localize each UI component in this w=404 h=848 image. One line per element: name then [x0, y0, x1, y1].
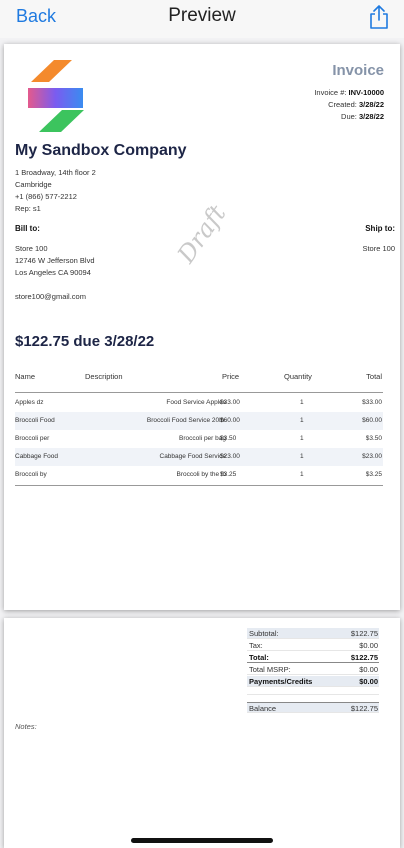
table-row: Apples dz Food Service Apples $33.00 1 $… [15, 399, 382, 406]
share-icon[interactable] [368, 4, 390, 30]
summary-total: Total: $122.75 [247, 653, 379, 663]
invoice-page-2: Subtotal: $122.75 Tax: $0.00 Total: $122.75… [4, 618, 400, 848]
invoice-due: Due: 3/28/22 [341, 112, 384, 121]
home-indicator[interactable] [131, 838, 273, 843]
table-row: Cabbage Food Cabbage Food Service $23.00… [15, 448, 383, 466]
table-row: Broccoli per Broccoli per bag $3.50 1 $3… [15, 435, 382, 442]
summary-subtotal: Subtotal: $122.75 [247, 628, 379, 639]
summary-spacer [247, 688, 379, 695]
nav-bar: Back Preview [0, 0, 404, 38]
invoice-number: Invoice #: INV-10000 [314, 88, 384, 97]
col-total-header: Total [366, 372, 382, 381]
col-quantity-header: Quantity [284, 372, 312, 381]
summary-payments: Payments/Credits $0.00 [247, 676, 379, 687]
ship-to-name: Store 100 [362, 244, 395, 253]
col-description-header: Description [85, 372, 123, 381]
bill-to-label: Bill to: [15, 224, 40, 233]
bill-to-email: store100@gmail.com [15, 292, 86, 301]
draft-watermark: Draft [172, 199, 232, 269]
company-logo [28, 60, 84, 132]
company-city: Cambridge [15, 180, 52, 189]
bill-to-street: 12746 W Jefferson Blvd [15, 256, 95, 265]
col-price-header: Price [222, 372, 240, 381]
company-address: 1 Broadway, 14th floor 2 [15, 168, 96, 177]
table-header-divider [15, 392, 383, 393]
invoice-page-1: Invoice Invoice #: INV-10000 Created: 3/… [4, 44, 400, 610]
invoice-title: Invoice [332, 62, 384, 79]
amount-due: $122.75 due 3/28/22 [15, 333, 155, 350]
summary-msrp: Total MSRP: $0.00 [247, 665, 379, 675]
ship-to-label: Ship to: [365, 224, 395, 233]
bill-to-city: Los Angeles CA 90094 [15, 268, 91, 277]
nav-title: Preview [168, 5, 236, 26]
invoice-created: Created: 3/28/22 [328, 100, 384, 109]
notes-label: Notes: [15, 722, 37, 731]
table-row: Broccoli Food Broccoli Food Service 20lb… [15, 412, 383, 430]
table-row: Broccoli by Broccoli by the lb $3.25 1 $… [15, 471, 382, 478]
table-bottom-divider [15, 485, 383, 486]
company-name: My Sandbox Company [15, 142, 187, 159]
company-phone: +1 (866) 577-2212 [15, 192, 77, 201]
company-rep: Rep: s1 [15, 204, 41, 213]
col-name-header: Name [15, 372, 36, 381]
summary-tax: Tax: $0.00 [247, 641, 379, 651]
bill-to-name: Store 100 [15, 244, 48, 253]
summary-balance: Balance $122.75 [247, 702, 379, 713]
